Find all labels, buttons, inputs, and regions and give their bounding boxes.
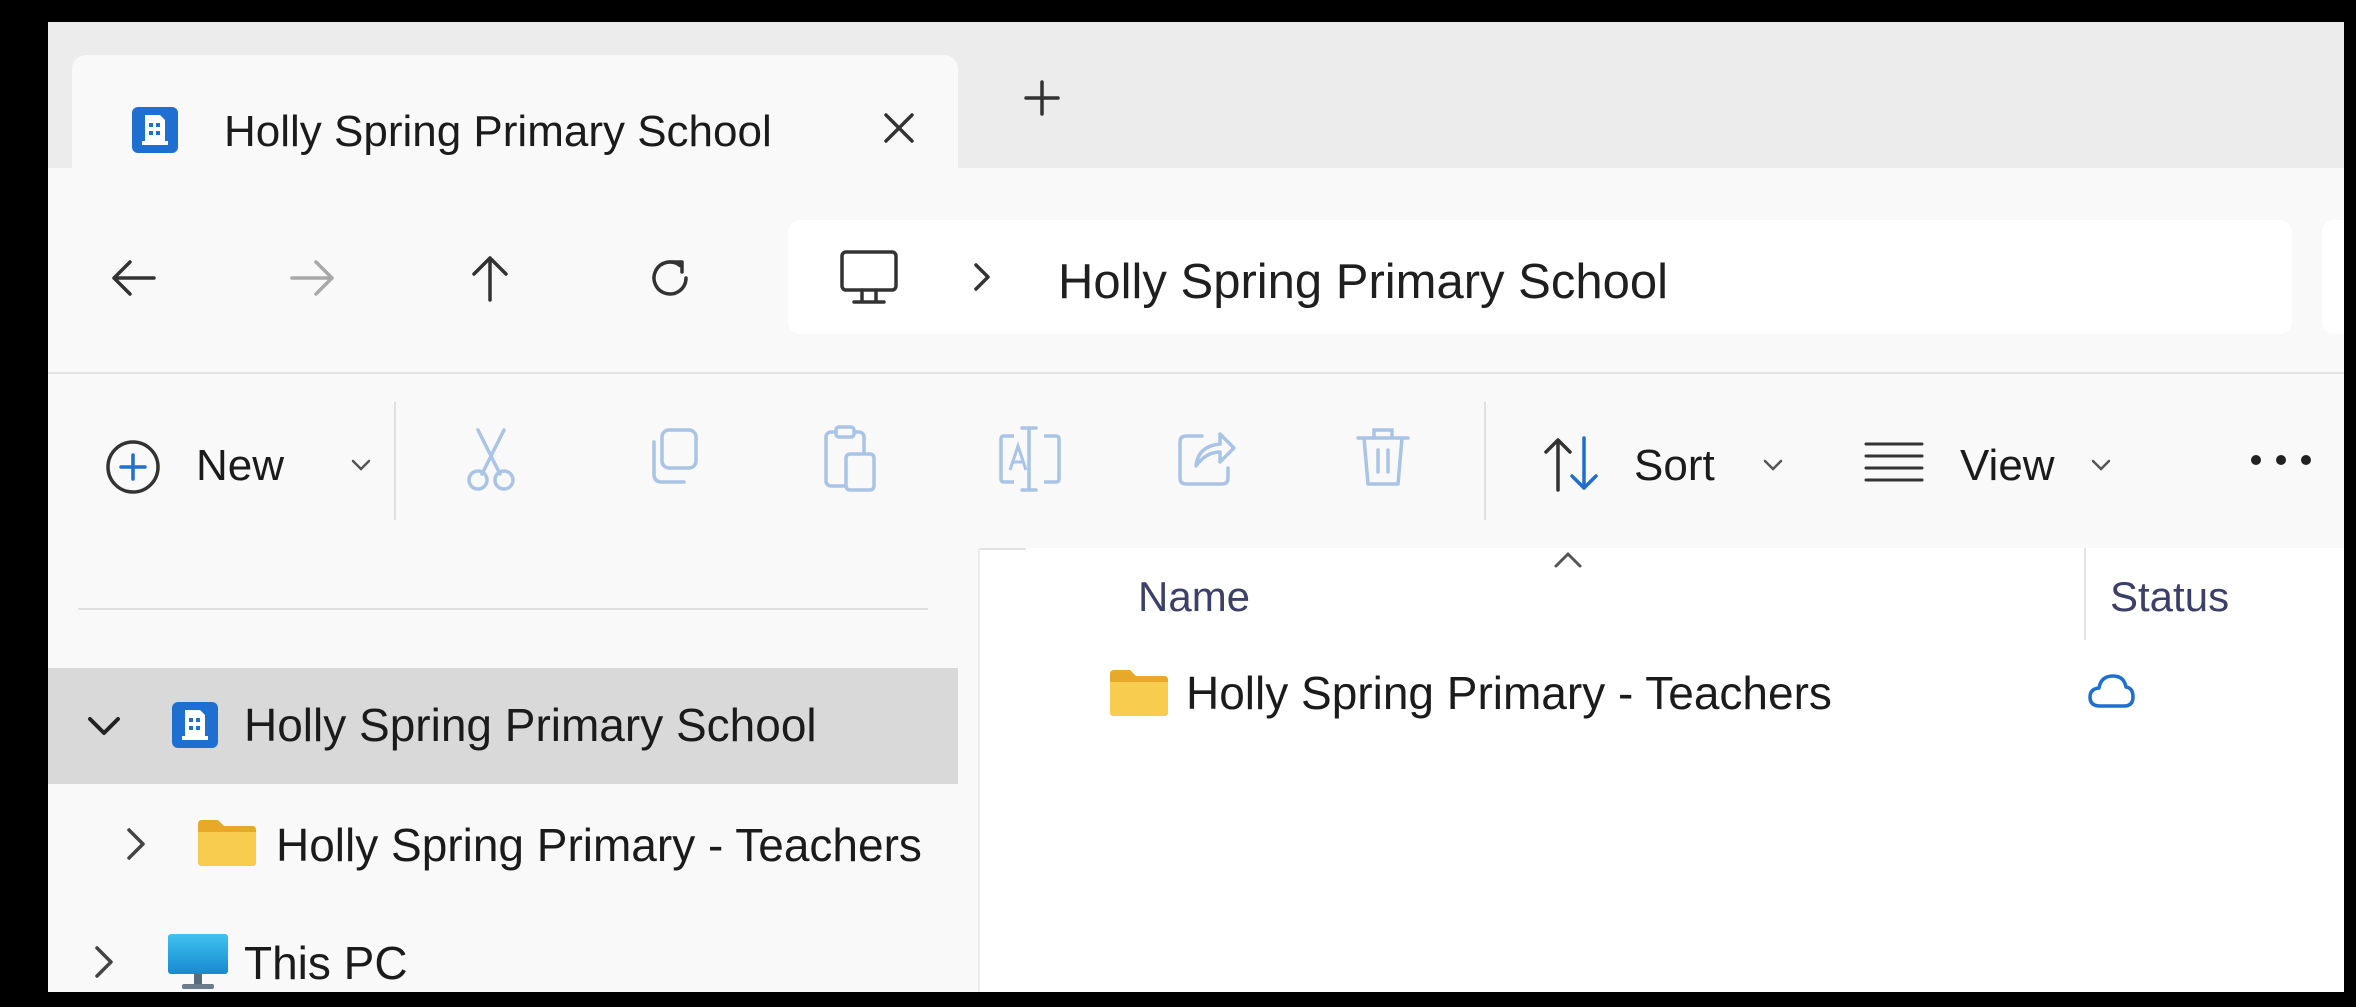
chevron-down-icon (1763, 459, 1783, 471)
view-list-icon (1864, 442, 1924, 482)
search-box[interactable] (2322, 220, 2344, 334)
sort-button[interactable]: Sort (1540, 424, 1808, 498)
tree-item-this-pc[interactable]: This PC (48, 904, 958, 992)
chevron-down-icon (351, 459, 371, 471)
up-arrow-icon[interactable] (462, 250, 518, 306)
share-icon[interactable] (1176, 424, 1238, 488)
tree-item-label: This PC (244, 937, 408, 989)
chevron-down-icon (2091, 459, 2111, 471)
pane-divider (78, 608, 928, 610)
new-button[interactable]: New (104, 424, 394, 498)
command-separator (1484, 402, 1486, 520)
cloud-icon (2088, 674, 2135, 708)
folder-icon (1110, 670, 1168, 716)
add-circle-icon (106, 440, 160, 494)
address-bar[interactable]: Holly Spring Primary School (788, 220, 2292, 334)
tree-item-label: Holly Spring Primary - Teachers (276, 819, 922, 871)
rename-icon[interactable] (998, 424, 1062, 494)
sort-label: Sort (1634, 441, 1715, 490)
file-row[interactable]: Holly Spring Primary - Teachers (1086, 638, 2326, 742)
navigation-pane: Holly Spring Primary School Holly Spring… (48, 548, 978, 992)
new-tab-icon[interactable] (1020, 76, 1064, 120)
sharepoint-library-icon (172, 702, 218, 748)
file-list: Name Status Holly Spring Primary - Teach… (1026, 548, 2344, 992)
tree-item-teachers[interactable]: Holly Spring Primary - Teachers (48, 786, 958, 902)
monitor-icon (168, 934, 228, 989)
close-tab-icon[interactable] (878, 107, 920, 149)
view-label: View (1960, 441, 2055, 490)
this-pc-icon[interactable] (838, 248, 900, 308)
sort-ascending-icon (1554, 552, 1582, 568)
column-separator[interactable] (2084, 548, 2086, 640)
breadcrumb-chevron-icon[interactable] (968, 260, 996, 294)
tree-item-holly-spring-school[interactable]: Holly Spring Primary School (48, 668, 958, 784)
back-arrow-icon[interactable] (106, 250, 162, 306)
column-header-name[interactable]: Name (1138, 574, 1250, 620)
sharepoint-library-icon (132, 107, 178, 153)
command-bar: New Sort View (48, 374, 2344, 550)
tree-item-label: Holly Spring Primary School (244, 699, 817, 751)
tab-title: Holly Spring Primary School (224, 107, 772, 156)
navigation-bar: Holly Spring Primary School (48, 168, 2344, 374)
cut-icon[interactable] (462, 424, 520, 494)
view-button[interactable]: View (1864, 424, 2154, 498)
refresh-icon[interactable] (642, 250, 698, 306)
column-header-status[interactable]: Status (2110, 574, 2229, 620)
pane-splitter[interactable] (978, 548, 980, 992)
file-name: Holly Spring Primary - Teachers (1186, 667, 1832, 719)
command-separator (394, 402, 396, 520)
paste-icon[interactable] (822, 424, 880, 494)
tab-holly-spring[interactable]: Holly Spring Primary School (72, 55, 958, 168)
file-explorer-window: Holly Spring Primary School Holly Spring… (48, 22, 2344, 992)
sort-arrows-icon (1544, 436, 1598, 492)
folder-icon (198, 820, 256, 866)
tab-strip: Holly Spring Primary School (48, 22, 2344, 168)
new-label: New (196, 441, 285, 490)
more-options-icon[interactable] (2248, 450, 2314, 470)
chevron-down-icon[interactable] (84, 706, 124, 746)
delete-icon[interactable] (1354, 424, 1412, 490)
copy-icon[interactable] (644, 424, 702, 488)
breadcrumb-holly-spring[interactable]: Holly Spring Primary School (1058, 256, 1668, 308)
chevron-right-icon[interactable] (84, 942, 124, 982)
forward-arrow-icon[interactable] (284, 250, 340, 306)
chevron-right-icon[interactable] (116, 824, 156, 864)
